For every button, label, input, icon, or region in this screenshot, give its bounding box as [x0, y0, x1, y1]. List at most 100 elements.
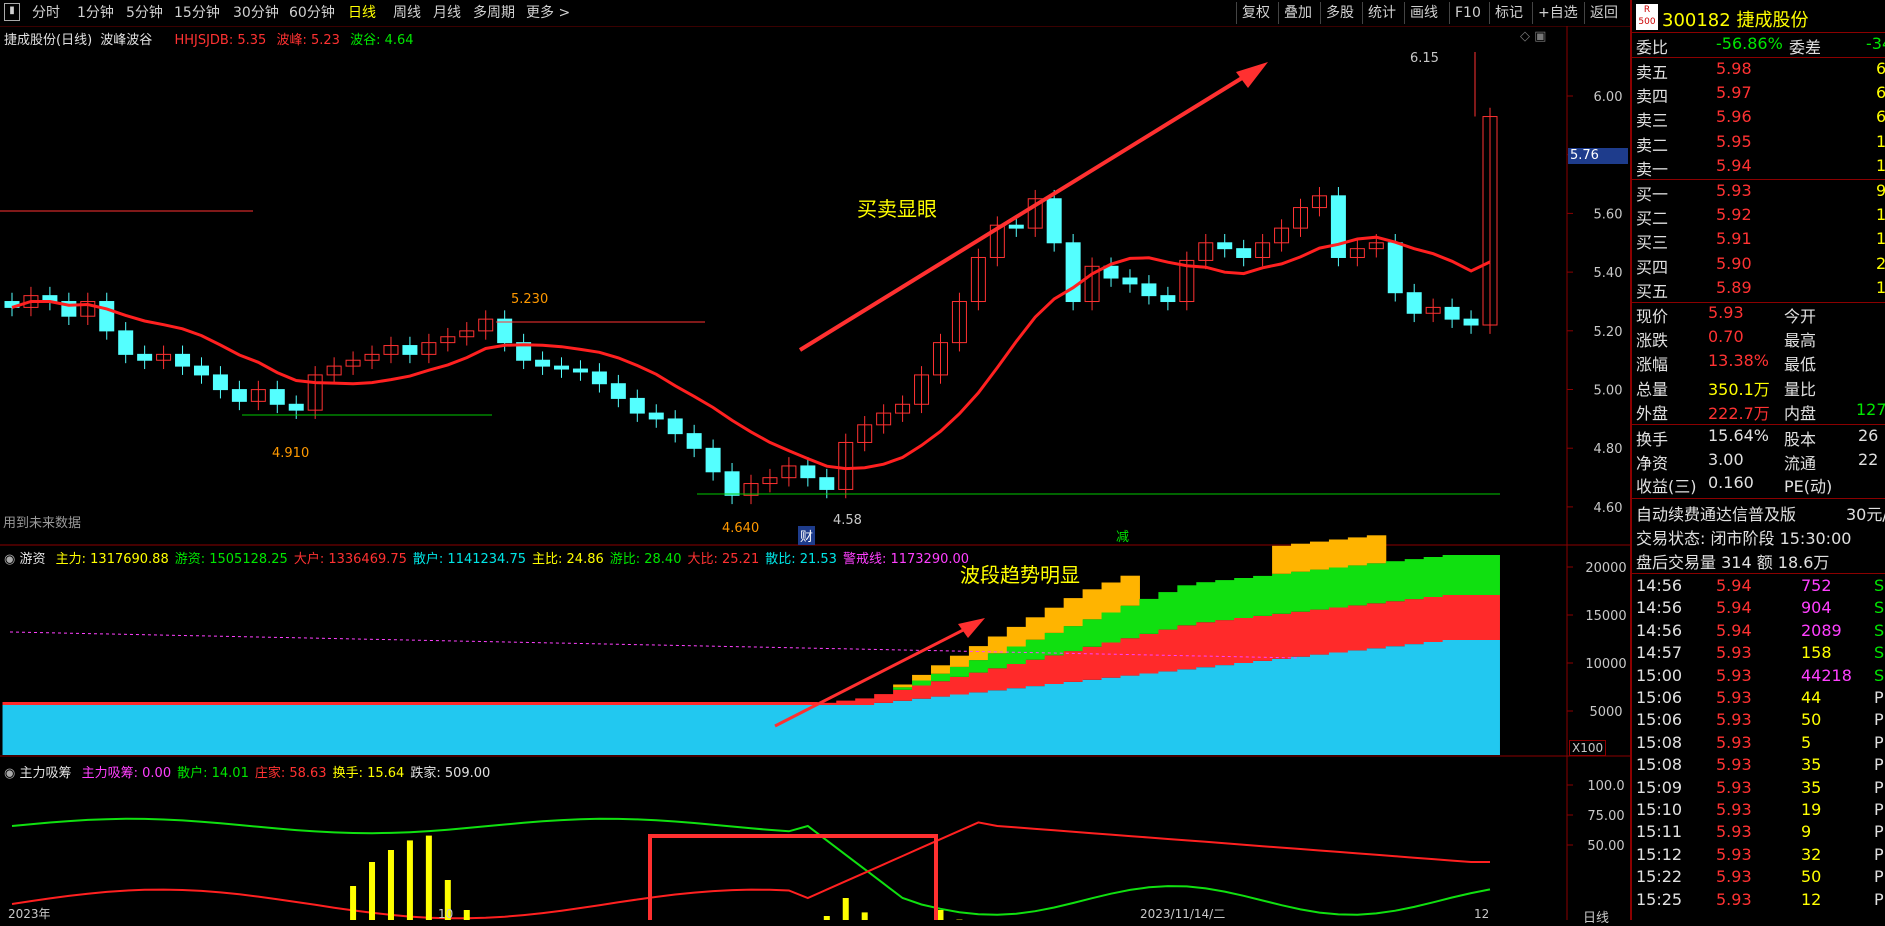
- date-label: 2023/11/14/二: [1140, 907, 1225, 920]
- pane3-name[interactable]: 主力吸筹: [19, 766, 71, 781]
- pane3-toggle-icon[interactable]: ◉: [4, 766, 15, 781]
- candle-body: [100, 302, 114, 331]
- retail-bar: [988, 690, 1007, 755]
- ask-label: 卖五: [1636, 59, 1668, 83]
- retail-bar: [268, 705, 287, 755]
- tick-time: 14:56: [1636, 576, 1682, 595]
- mainforce-bar: [1007, 627, 1026, 647]
- retail-bar: [40, 705, 59, 755]
- toolbar-button[interactable]: 返回: [1584, 2, 1623, 24]
- stat-label: 收益(三): [1636, 473, 1697, 497]
- period-tab[interactable]: 分时: [32, 3, 60, 23]
- mainforce-bar: [931, 665, 950, 673]
- bigholder-bar: [173, 702, 192, 705]
- retail-bar: [893, 701, 912, 755]
- trade-state: 交易状态: 闭市阶段 15:30:00: [1636, 525, 1851, 549]
- reduce-marker[interactable]: 减: [1116, 526, 1129, 545]
- osc-tick-label: 75.00: [1587, 809, 1624, 824]
- mainforce-bar: [969, 646, 988, 660]
- tick-side: P: [1874, 800, 1884, 819]
- indicator-value: 换手: 15.64: [333, 766, 405, 781]
- period-tab[interactable]: 60分钟: [289, 3, 335, 23]
- toolbar-button[interactable]: 标记: [1489, 2, 1528, 24]
- toolbar-button[interactable]: +自选: [1532, 2, 1583, 24]
- tick-time: 15:12: [1636, 845, 1682, 864]
- period-tab[interactable]: 日线: [348, 3, 376, 23]
- period-tab[interactable]: 5分钟: [126, 3, 163, 23]
- indicator-name[interactable]: 波峰波谷: [100, 33, 152, 48]
- tick-time: 15:10: [1636, 800, 1682, 819]
- hotmoney-bar: [1424, 557, 1443, 597]
- retail-bar: [760, 705, 779, 755]
- toolbar-button[interactable]: 复权: [1236, 2, 1275, 24]
- retail-bar: [306, 705, 325, 755]
- retail-bar: [249, 705, 268, 755]
- period-tab[interactable]: 周线: [393, 3, 421, 23]
- valley-price-annotation: 4.910: [272, 446, 309, 461]
- retail-bar: [3, 705, 22, 755]
- retail-bar: [628, 705, 647, 755]
- candle-body: [555, 366, 569, 369]
- ask-volume: 6: [1876, 59, 1885, 78]
- badge-top: R: [1636, 4, 1658, 16]
- period-tab[interactable]: 30分钟: [233, 3, 279, 23]
- retail-bar: [1102, 678, 1121, 755]
- retail-bar: [135, 705, 154, 755]
- tick-time: 15:08: [1636, 755, 1682, 774]
- retail-bar: [1234, 663, 1253, 755]
- period-tab[interactable]: 1分钟: [77, 3, 114, 23]
- toolbar-button[interactable]: 多股: [1320, 2, 1359, 24]
- pane-controls[interactable]: ◇ ▣: [1520, 29, 1546, 44]
- candle-body: [1388, 243, 1402, 293]
- retail-bar: [779, 705, 798, 755]
- period-tab[interactable]: 更多 >: [526, 3, 570, 23]
- panel-toggle-icon[interactable]: ▮: [4, 3, 20, 21]
- toolbar-button[interactable]: 统计: [1362, 2, 1401, 24]
- period-tab[interactable]: 月线: [433, 3, 461, 23]
- candle-body: [725, 472, 739, 495]
- period-tab[interactable]: 15分钟: [174, 3, 220, 23]
- stat-label: 总量: [1636, 376, 1668, 400]
- stat-label: 现价: [1636, 303, 1668, 327]
- tick-side: S: [1874, 621, 1884, 640]
- toolbar-button[interactable]: F10: [1449, 2, 1486, 24]
- period-tab[interactable]: 多周期: [473, 3, 515, 23]
- stat-label: 最高: [1784, 327, 1816, 351]
- tick-price: 5.93: [1716, 733, 1752, 752]
- toolbar-button[interactable]: 叠加: [1278, 2, 1317, 24]
- retail-bar: [476, 705, 495, 755]
- bigholder-bar: [855, 698, 874, 705]
- candle-body: [536, 360, 550, 366]
- finance-marker[interactable]: 财: [798, 526, 815, 545]
- hotmoney-bar: [931, 674, 950, 682]
- bigholder-bar: [1424, 597, 1443, 642]
- pane2-toggle-icon[interactable]: ◉: [4, 552, 15, 567]
- subscription-notice[interactable]: 自动续费通达信普及版 30元/: [1636, 501, 1796, 525]
- bid-price: 5.93: [1716, 181, 1752, 200]
- hotmoney-bar: [1064, 626, 1083, 651]
- mainforce-bar: [988, 637, 1007, 654]
- pane2-name[interactable]: 游资: [19, 552, 45, 567]
- toolbar-button[interactable]: 画线: [1404, 2, 1443, 24]
- retail-bar: [704, 705, 723, 755]
- bid-volume: 1: [1876, 229, 1885, 248]
- tick-price: 5.93: [1716, 643, 1752, 662]
- bigholder-bar: [1234, 618, 1253, 663]
- chart-area[interactable]: 6.005.805.605.405.205.004.804.6020000150…: [0, 26, 1630, 920]
- hotmoney-bar: [1386, 561, 1405, 601]
- stat-value: 222.7万: [1708, 400, 1770, 424]
- stat-label: 最低: [1784, 351, 1816, 375]
- kline-chart[interactable]: 6.005.805.605.405.205.004.804.6020000150…: [0, 26, 1630, 920]
- indicator-value: 警戒线: 1173290.00: [843, 552, 969, 567]
- tick-volume: 44218: [1801, 666, 1852, 685]
- tick-price: 5.93: [1716, 710, 1752, 729]
- hotmoney-bar: [1348, 565, 1367, 605]
- retail-bar: [211, 705, 230, 755]
- mainforce-bar: [1064, 598, 1083, 626]
- mainforce-bar: [1272, 546, 1291, 574]
- pane2-unit: X100: [1569, 740, 1606, 756]
- bid-price: 5.89: [1716, 278, 1752, 297]
- retail-bar: [400, 705, 419, 755]
- mainforce-bar: [1329, 540, 1348, 568]
- retail-bar: [552, 705, 571, 755]
